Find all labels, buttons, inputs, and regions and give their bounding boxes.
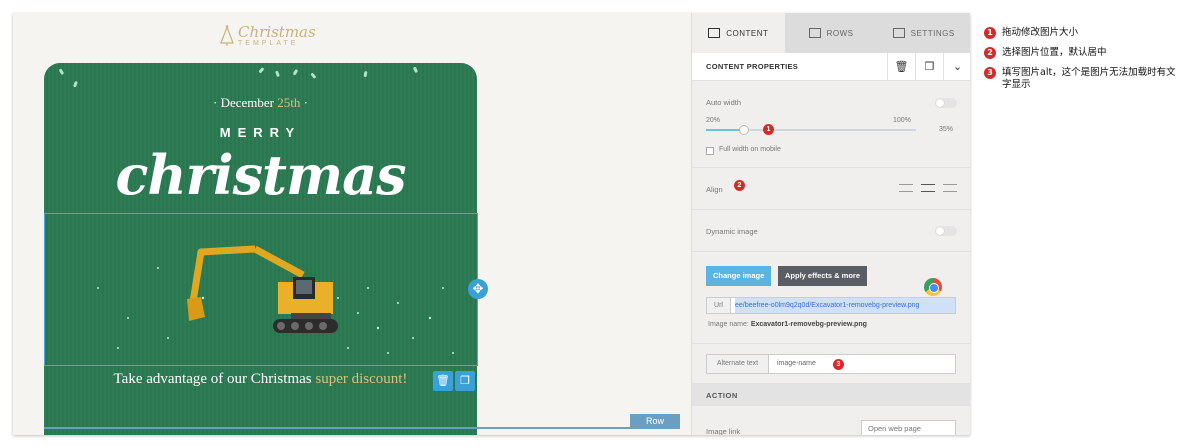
tab-settings[interactable]: SETTINGS xyxy=(877,13,970,53)
alt-text-field[interactable]: Alternate text image-name xyxy=(706,354,956,374)
align-section: Align 2 xyxy=(692,168,970,210)
action-title: ACTION xyxy=(706,391,738,400)
rows-icon xyxy=(808,28,821,38)
annotation-badge-1: 1 xyxy=(763,124,774,135)
trash-icon[interactable]: 🗑 xyxy=(887,53,915,81)
image-link-label: Image link xyxy=(706,427,741,435)
logo-title: Christmas xyxy=(238,23,316,41)
email-canvas[interactable]: Christmas TEMPLATE · December 25th · MER… xyxy=(13,13,691,435)
template-logo: Christmas TEMPLATE xyxy=(220,25,316,47)
event-date: · December 25th · xyxy=(213,95,308,110)
url-label: Url xyxy=(707,298,731,313)
move-icon[interactable]: ✥ xyxy=(468,279,488,299)
dynamic-image-label: Dynamic image xyxy=(706,227,758,236)
row-outline xyxy=(44,427,680,429)
slider-value: 35% xyxy=(939,126,954,133)
tab-rows[interactable]: ROWS xyxy=(785,13,878,53)
christmas-heading: christmas xyxy=(115,143,407,207)
content-properties-header: CONTENT PROPERTIES 🗑 ❐ ⌄ xyxy=(692,53,970,81)
align-right-icon[interactable] xyxy=(943,184,957,192)
note-badge-1: 1 xyxy=(984,27,996,39)
promo-tagline: Take advantage of our Christmas super di… xyxy=(113,371,408,387)
alt-text-label: Alternate text xyxy=(707,355,769,373)
width-section: Auto width 20% 100% 1 35% Full width on … xyxy=(692,82,970,168)
note-text-1: 拖动修改图片大小 xyxy=(1002,27,1079,38)
duplicate-icon[interactable]: ❐ xyxy=(455,371,475,391)
full-width-mobile-checkbox[interactable] xyxy=(706,147,714,155)
note-badge-2: 2 xyxy=(984,47,996,59)
full-width-mobile-label: Full width on mobile xyxy=(719,146,781,153)
note-3: 3 填写图片alt，这个是图片无法加载时有文字显示 xyxy=(984,67,1184,91)
note-2: 2 选择图片位置，默认居中 xyxy=(984,47,1184,59)
tree-icon xyxy=(220,25,234,46)
tab-content-label: CONTENT xyxy=(726,28,769,38)
note-text-2: 选择图片位置，默认居中 xyxy=(1002,47,1107,58)
auto-width-label: Auto width xyxy=(706,98,742,107)
note-1: 1 拖动修改图片大小 xyxy=(984,27,1184,39)
slider-handle[interactable] xyxy=(739,125,749,135)
note-text-3: 填写图片alt，这个是图片无法加载时有文字显示 xyxy=(1002,67,1176,90)
annotation-badge-2: 2 xyxy=(734,180,745,191)
chrome-icon xyxy=(924,278,942,296)
alt-text-section: Alternate text image-name 3 xyxy=(692,344,970,384)
annotation-notes: 1 拖动修改图片大小 2 选择图片位置，默认居中 3 填写图片alt，这个是图片… xyxy=(984,27,1184,99)
tab-rows-label: ROWS xyxy=(826,28,854,38)
trash-icon[interactable]: 🗑 xyxy=(433,371,453,391)
tab-content[interactable]: CONTENT xyxy=(692,13,785,53)
duplicate-icon[interactable]: ❐ xyxy=(915,53,943,81)
dynamic-image-toggle[interactable] xyxy=(935,226,957,236)
selected-image-block[interactable] xyxy=(44,213,478,366)
block-actions: 🗑 ❐ xyxy=(433,371,475,391)
settings-icon xyxy=(892,28,905,38)
chevron-down-icon[interactable]: ⌄ xyxy=(943,53,970,81)
tab-settings-label: SETTINGS xyxy=(910,28,955,38)
action-header: ACTION xyxy=(692,384,970,406)
slider-min-label: 20% xyxy=(706,117,721,124)
apply-effects-button[interactable]: Apply effects & more xyxy=(778,266,868,286)
slider-max-label: 100% xyxy=(893,117,911,124)
row-label[interactable]: Row xyxy=(630,414,680,429)
annotation-badge-3: 3 xyxy=(833,359,844,370)
editor-window: Christmas TEMPLATE · December 25th · MER… xyxy=(13,13,970,435)
align-label: Align xyxy=(706,185,723,194)
properties-title: CONTENT PROPERTIES xyxy=(706,62,799,71)
url-field[interactable]: Url ee/beefree-o0lm9q2q0d/Excavator1-rem… xyxy=(706,297,956,314)
grid-icon xyxy=(708,28,721,38)
image-link-select[interactable]: Open web page xyxy=(861,420,956,435)
auto-width-toggle[interactable] xyxy=(935,98,957,108)
alt-text-value[interactable]: image-name xyxy=(777,355,816,373)
image-source-section: Change image Apply effects & more Url ee… xyxy=(692,252,970,344)
merry-heading: MERRY xyxy=(219,125,302,140)
dynamic-image-section: Dynamic image xyxy=(692,210,970,252)
change-image-button[interactable]: Change image xyxy=(706,266,772,286)
width-slider[interactable] xyxy=(706,125,916,135)
properties-panel: CONTENT ROWS SETTINGS CONTENT PROPERTIES… xyxy=(691,13,970,435)
logo-subtitle: TEMPLATE xyxy=(238,40,299,47)
image-name: Image name: Excavator1-removebg-preview.… xyxy=(708,321,867,328)
panel-tabs: CONTENT ROWS SETTINGS xyxy=(692,13,970,53)
url-value[interactable]: ee/beefree-o0lm9q2q0d/Excavator1-removeb… xyxy=(735,298,955,313)
note-badge-3: 3 xyxy=(984,67,996,79)
align-left-icon[interactable] xyxy=(899,184,913,192)
align-center-icon[interactable] xyxy=(921,184,935,192)
